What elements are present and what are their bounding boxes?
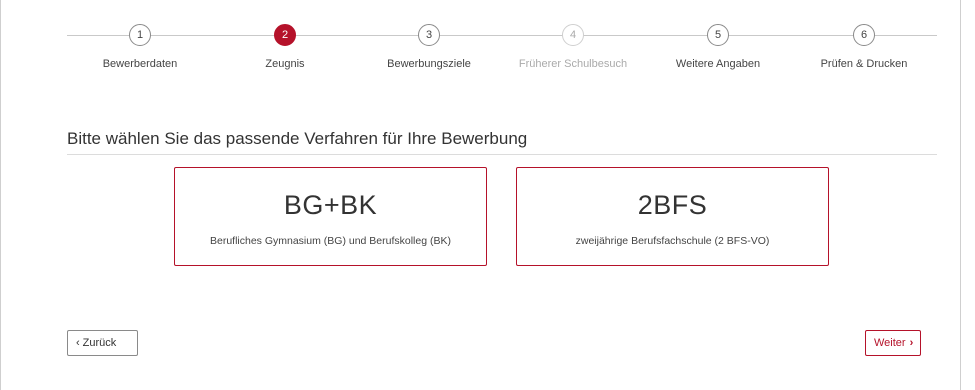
back-button[interactable]: ‹ Zurück [67, 330, 138, 356]
page-heading: Bitte wählen Sie das passende Verfahren … [67, 129, 528, 148]
progress-stepper: 1 Bewerberdaten 2 Zeugnis 3 Bewerbungszi… [0, 0, 975, 90]
step-number: 1 [129, 24, 151, 46]
step-number: 6 [853, 24, 875, 46]
step-number: 2 [274, 24, 296, 46]
step-label: Prüfen & Drucken [820, 58, 908, 70]
option-subtitle: Berufliches Gymnasium (BG) und Berufskol… [209, 235, 451, 247]
step-number: 4 [562, 24, 584, 46]
step-pruefen-drucken[interactable]: 6 Prüfen & Drucken [794, 24, 934, 70]
step-zeugnis[interactable]: 2 Zeugnis [215, 24, 355, 70]
option-card-2bfs[interactable]: 2BFS zweijährige Berufsfachschule (2 BFS… [516, 167, 829, 266]
step-label: Früherer Schulbesuch [518, 58, 628, 70]
step-label: Bewerbungsziele [387, 58, 471, 70]
option-title: BG+BK [283, 190, 378, 220]
chevron-right-icon: › [909, 337, 914, 349]
step-weitere-angaben[interactable]: 5 Weitere Angaben [648, 24, 788, 70]
option-subtitle: zweijährige Berufsfachschule (2 BFS-VO) [575, 235, 770, 247]
option-card-bg-bk[interactable]: BG+BK Berufliches Gymnasium (BG) und Ber… [174, 167, 487, 266]
step-bewerbungsziele[interactable]: 3 Bewerbungsziele [359, 24, 499, 70]
heading-divider [67, 154, 937, 155]
step-label: Zeugnis [265, 58, 305, 70]
step-number: 5 [707, 24, 729, 46]
back-button-label: Zurück [82, 337, 117, 349]
step-label: Weitere Angaben [675, 58, 761, 70]
next-button-label: Weiter [874, 337, 906, 349]
option-title: 2BFS [637, 190, 708, 220]
chevron-left-icon: ‹ [76, 337, 80, 349]
page-frame: 1 Bewerberdaten 2 Zeugnis 3 Bewerbungszi… [0, 0, 975, 390]
step-bewerberdaten[interactable]: 1 Bewerberdaten [70, 24, 210, 70]
step-label: Bewerberdaten [102, 58, 178, 70]
step-frueherer-schulbesuch: 4 Früherer Schulbesuch [503, 24, 643, 70]
step-number: 3 [418, 24, 440, 46]
next-button[interactable]: Weiter › [865, 330, 921, 356]
